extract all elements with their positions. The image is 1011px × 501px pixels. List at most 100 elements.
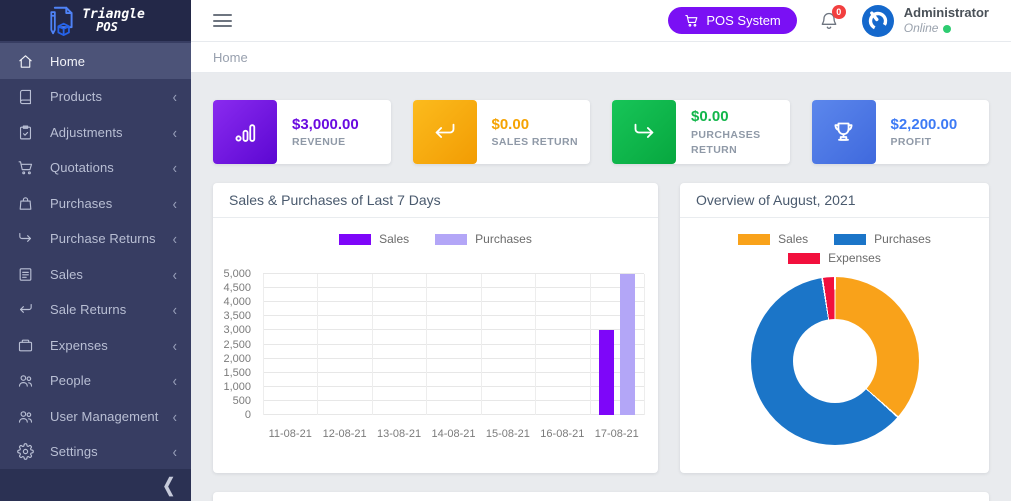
stat-card-text: $0.00SALES RETURN — [477, 114, 578, 151]
y-tick-label: 3,000 — [223, 324, 251, 336]
book-icon — [17, 88, 34, 105]
stat-card-text: $3,000.00REVENUE — [277, 114, 359, 151]
bar-chart: SalesPurchases05001,0001,5002,0002,5003,… — [213, 218, 658, 474]
brand-name: Triangle POS — [82, 8, 145, 34]
sidebar-item-label: Settings — [50, 444, 173, 459]
sidebar-item-user-management[interactable]: User Management‹ — [0, 398, 191, 434]
sidebar-item-quotations[interactable]: Quotations‹ — [0, 150, 191, 186]
main-area: POS System 0 — [191, 0, 1011, 501]
trophy-icon — [812, 100, 876, 164]
chevron-left-icon: ‹ — [173, 443, 177, 461]
stat-card-sales-return: $0.00SALES RETURN — [413, 100, 591, 164]
wallet-icon — [17, 337, 34, 354]
sidebar-item-people[interactable]: People‹ — [0, 363, 191, 399]
gridline — [644, 274, 645, 415]
stat-label: REVENUE — [292, 135, 359, 150]
chart-legend: Sales Purchases — [213, 218, 658, 246]
bar-group-13-08-21 — [372, 274, 426, 415]
chart-legend: Expenses — [680, 246, 989, 265]
legend-swatch — [738, 234, 770, 245]
sidebar-item-label: Purchase Returns — [50, 231, 173, 246]
chevron-left-icon: ‹ — [173, 230, 177, 248]
bag-icon — [17, 195, 34, 212]
sidebar-item-label: Expenses — [50, 338, 173, 353]
stat-value: $2,200.00 — [891, 114, 958, 136]
brand-logo[interactable]: Triangle POS — [0, 0, 191, 41]
sidebar-item-label: Adjustments — [50, 125, 173, 140]
corner-down-right-icon — [17, 230, 34, 247]
breadcrumb-home[interactable]: Home — [213, 50, 248, 65]
bar-group-15-08-21 — [481, 274, 535, 415]
sidebar-item-sale-returns[interactable]: Sale Returns‹ — [0, 292, 191, 328]
sidebar-item-sales[interactable]: Sales‹ — [0, 256, 191, 292]
bar-group-12-08-21 — [317, 274, 371, 415]
legend-item-purchases[interactable]: Purchases — [435, 232, 532, 246]
pos-system-button[interactable]: POS System — [668, 7, 796, 34]
cart-icon — [684, 13, 699, 28]
x-tick-label: 11-08-21 — [263, 428, 317, 440]
chevron-left-icon[interactable]: ❮ — [162, 474, 175, 497]
chevron-left-icon: ‹ — [173, 336, 177, 354]
user-status: Online — [904, 21, 989, 36]
chevron-left-icon: ‹ — [173, 194, 177, 212]
bar-chart-icon — [213, 100, 277, 164]
stat-card-profit: $2,200.00PROFIT — [812, 100, 990, 164]
power-icon — [861, 4, 895, 38]
legend-swatch — [339, 234, 371, 245]
legend-item-sales[interactable]: Sales — [339, 232, 409, 246]
sidebar-item-purchase-returns[interactable]: Purchase Returns‹ — [0, 221, 191, 257]
sidebar-footer: ❮ — [0, 469, 191, 501]
x-tick-label: 16-08-21 — [535, 428, 589, 440]
legend-label: Sales — [379, 232, 409, 246]
topbar: POS System 0 — [191, 0, 1011, 42]
bar-group-16-08-21 — [535, 274, 589, 415]
sidebar-item-products[interactable]: Products‹ — [0, 79, 191, 115]
bar-purchases — [620, 274, 635, 415]
legend-label: Sales — [778, 232, 808, 246]
stat-value: $0.00 — [691, 106, 790, 128]
legend-item-expenses[interactable]: Expenses — [788, 251, 881, 265]
breadcrumb: Home — [191, 42, 1011, 73]
corner-down-left-icon — [413, 100, 477, 164]
legend-swatch — [834, 234, 866, 245]
y-tick-label: 3,500 — [223, 310, 251, 322]
y-tick-label: 500 — [233, 395, 251, 407]
donut-chart-title: Overview of August, 2021 — [696, 192, 856, 208]
chevron-left-icon: ‹ — [173, 265, 177, 283]
stat-label: PURCHASES RETURN — [691, 128, 790, 158]
notifications-button[interactable]: 0 — [819, 11, 839, 31]
donut-hole — [793, 319, 877, 403]
legend-item-sales[interactable]: Sales — [738, 232, 808, 246]
cart-icon — [17, 159, 34, 176]
bar-group-11-08-21 — [263, 274, 317, 415]
stat-cards-row: $3,000.00REVENUE $0.00SALES RETURN $0.00PU… — [213, 100, 989, 164]
x-tick-label: 13-08-21 — [372, 428, 426, 440]
sidebar-item-label: Purchases — [50, 196, 173, 211]
stat-label: SALES RETURN — [492, 135, 578, 150]
sidebar-item-settings[interactable]: Settings‹ — [0, 434, 191, 470]
chevron-left-icon: ‹ — [173, 407, 177, 425]
sidebar-item-adjustments[interactable]: Adjustments‹ — [0, 114, 191, 150]
x-tick-label: 12-08-21 — [317, 428, 371, 440]
sidebar-item-home[interactable]: Home — [0, 43, 191, 79]
y-tick-label: 1,500 — [223, 367, 251, 379]
menu-icon[interactable] — [213, 14, 232, 27]
sidebar-item-label: Quotations — [50, 160, 173, 175]
sidebar-item-label: User Management — [50, 409, 173, 424]
donut-chart: Sales Purchases Expenses — [680, 218, 989, 474]
chart-legend: Sales Purchases — [680, 218, 989, 246]
stat-label: PROFIT — [891, 135, 958, 150]
sidebar-item-expenses[interactable]: Expenses‹ — [0, 327, 191, 363]
bar-plot-area — [263, 274, 644, 415]
x-axis: 11-08-2112-08-2113-08-2114-08-2115-08-21… — [263, 428, 644, 440]
panel-header: Sales & Purchases of Last 7 Days — [213, 183, 658, 218]
sidebar-item-label: Sale Returns — [50, 302, 173, 317]
sidebar-item-purchases[interactable]: Purchases‹ — [0, 185, 191, 221]
bar-sales — [599, 330, 614, 415]
user-menu[interactable]: Administrator Online — [861, 4, 989, 38]
x-tick-label: 17-08-21 — [590, 428, 644, 440]
bar-group-17-08-21 — [590, 274, 644, 415]
partial-card — [213, 492, 989, 501]
y-tick-label: 1,000 — [223, 381, 251, 393]
legend-item-purchases[interactable]: Purchases — [834, 232, 931, 246]
